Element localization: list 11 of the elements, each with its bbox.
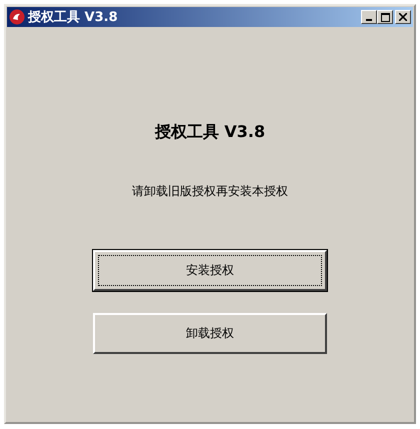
close-icon [399, 13, 407, 21]
minimize-button[interactable] [361, 10, 377, 24]
window-title: 授权工具 V3.8 [28, 9, 119, 26]
app-heading: 授权工具 V3.8 [154, 122, 266, 143]
maximize-icon [380, 12, 390, 22]
install-button[interactable]: 安装授权 [93, 250, 327, 291]
app-icon [9, 9, 25, 25]
uninstall-button[interactable]: 卸载授权 [93, 313, 327, 354]
maximize-button[interactable] [377, 10, 393, 24]
close-button[interactable] [395, 10, 411, 24]
instruction-text: 请卸载旧版授权再安装本授权 [132, 183, 288, 200]
